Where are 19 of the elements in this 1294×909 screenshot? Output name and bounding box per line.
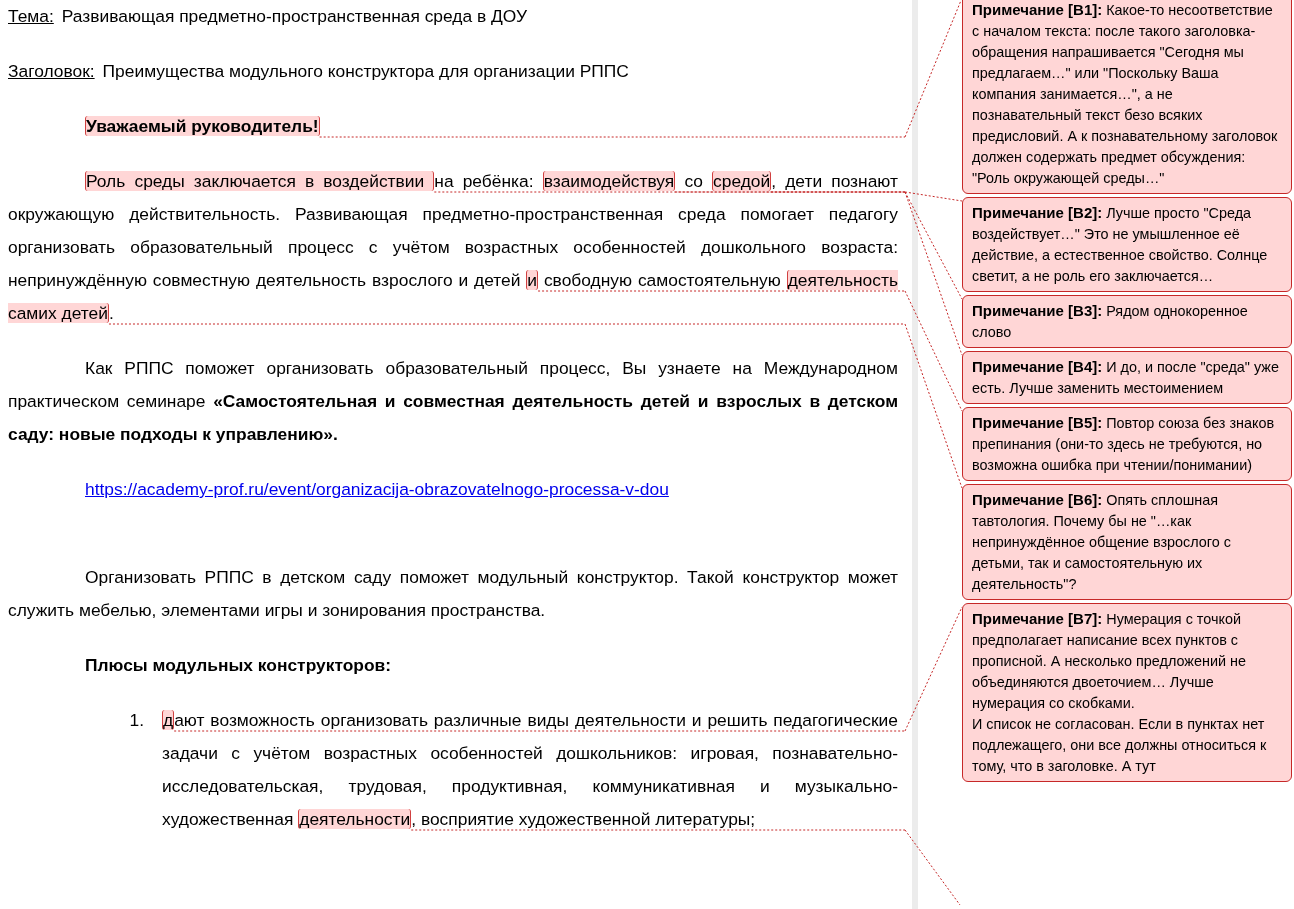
body-paragraph: Организовать РППС в детском саду поможет модульный конструктор. Такой конструктор может служить мебелью, элементами игры и зонирования пространства.: [8, 566, 898, 622]
body-paragraph: Роль среды заключается в воздействии на ребёнка: взаимодействуя со средой, дети познают окружающую действительность. Развивающая предметно-пространственная среда помогает педагогу организовать образовательный процесс с учётом возрастных особенностей дошкольного возраста: непринуждённую совместную деятельность взрослого и детей и свободную самостоятельную деятельность самих детей.: [8, 170, 898, 325]
comment-balloon: Примечание [B3]: Рядом однокоренное слово: [962, 295, 1292, 348]
field-label: Заголовок:: [8, 61, 95, 81]
comment-balloon: Примечание [B5]: Повтор союза без знаков препинания (они-то здесь не требуются, но возможна ошибка при чтении/понимании): [962, 407, 1292, 481]
comment-balloon: Примечание [B4]: И до, и после "среда" уже есть. Лучше заменить местоимением: [962, 351, 1292, 404]
comment-balloon: Примечание [B1]: Какое-то несоответствие с началом текста: после такого заголовка-обращения напрашивается "Сегодня мы предлагаем…" или "Поскольку Ваша компания занимается…", а не познавательный текст безо всяких предисловий. А к познавательному заголовок должен содержать предмет обсуждения: "Роль окружающей среды…": [962, 0, 1292, 194]
list-number: 1.: [128, 709, 145, 732]
url-link[interactable]: https://academy-prof.ru/event/organizacija-obrazovatelnogo-processa-v-dou: [85, 479, 669, 499]
field-label: Тема:: [8, 6, 54, 26]
body-paragraph: Как РППС поможет организовать образовательный процесс, Вы узнаете на Международном практическом семинаре «Самостоятельная и совместная деятельность детей и взрослых в детском саду: новые подходы к управлению».: [8, 357, 898, 446]
comment-balloon: Примечание [B2]: Лучше просто "Среда воздействует…" Это не умышленное её действие, а естественное свойство. Солнце светит, а не роль его заключается…: [962, 197, 1292, 292]
field-value: Развивающая предметно-пространственная среда в ДОУ: [61, 6, 528, 26]
section-heading: Плюсы модульных конструкторов:: [84, 654, 393, 677]
greeting-text: Уважаемый руководитель!: [84, 115, 321, 138]
list-item-text: дают возможность организовать различные виды деятельности и решить педагогические задачи с учётом возрастных особенностей дошкольников: игровая, познавательно-исследовательская, трудовая, продуктивная, коммуникативная и музыкально-художественная деятельности, восприятие художественной литературы;: [162, 709, 898, 831]
comment-balloon: Примечание [B7]: Нумерация с точкой предполагает написание всех пунктов с прописной. А несколько предложений не объединяются двоеточием… Лучше нумерация со скобками. И список не согласован. Если в пунктах нет подлежащего, они все должны относиться к тому, что в заголовке. А тут: [962, 603, 1292, 782]
comment-balloon: Примечание [B6]: Опять сплошная тавтология. Почему бы не "…как непринуждённое общение взрослого с детьми, так и самостоятельную их деятельность"?: [962, 484, 1292, 600]
field-value: Преимущества модульного конструктора для организации РППС: [102, 61, 629, 81]
